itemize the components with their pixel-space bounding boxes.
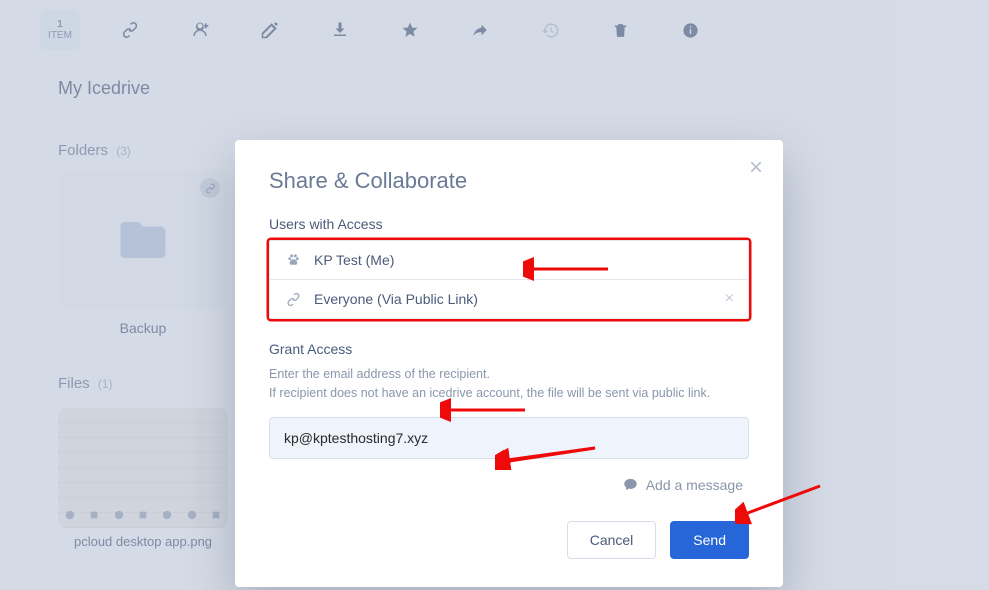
- send-button[interactable]: Send: [670, 521, 749, 559]
- link-icon: [284, 290, 302, 308]
- comment-icon: [623, 477, 638, 492]
- access-user-label: KP Test (Me): [314, 252, 394, 268]
- access-row-owner: KP Test (Me): [270, 241, 748, 279]
- add-message-link[interactable]: Add a message: [269, 477, 749, 493]
- close-icon[interactable]: ×: [749, 156, 763, 180]
- grant-access-hint: Enter the email address of the recipient…: [269, 365, 749, 403]
- users-access-list: KP Test (Me) Everyone (Via Public Link) …: [269, 240, 749, 319]
- paw-icon: [284, 251, 302, 269]
- users-access-label: Users with Access: [269, 216, 749, 232]
- grant-access-label: Grant Access: [269, 341, 749, 357]
- cancel-button[interactable]: Cancel: [567, 521, 657, 559]
- modal-title: Share & Collaborate: [269, 168, 749, 194]
- access-user-label: Everyone (Via Public Link): [314, 291, 478, 307]
- modal-actions: Cancel Send: [269, 521, 749, 559]
- share-modal: × Share & Collaborate Users with Access …: [235, 140, 783, 587]
- recipient-email-input[interactable]: [269, 417, 749, 459]
- remove-access-icon[interactable]: ×: [725, 290, 734, 308]
- access-row-public: Everyone (Via Public Link) ×: [270, 279, 748, 318]
